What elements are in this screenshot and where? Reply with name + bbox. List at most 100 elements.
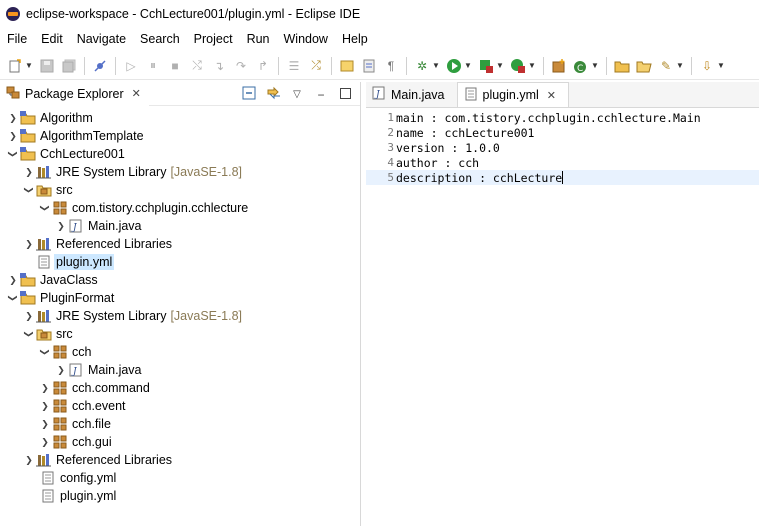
tree-item-main-java[interactable]: ❯ J Main.java xyxy=(0,361,360,379)
chevron-right-icon[interactable]: ❯ xyxy=(22,307,36,325)
chevron-right-icon[interactable]: ❯ xyxy=(38,397,52,415)
chevron-right-icon[interactable]: ❯ xyxy=(6,109,20,127)
tree-item-cchlecture001[interactable]: ❯ CchLecture001 xyxy=(0,145,360,163)
debug-dropdown-icon[interactable]: ▼ xyxy=(432,57,440,75)
open-task-icon[interactable] xyxy=(360,57,378,75)
disconnect-icon[interactable]: ⤭ xyxy=(188,57,206,75)
tree-item-package-cch-file[interactable]: ❯ cch.file xyxy=(0,415,360,433)
close-icon[interactable]: ✕ xyxy=(547,89,556,102)
search-dropdown-icon[interactable]: ▼ xyxy=(676,57,684,75)
save-icon[interactable] xyxy=(38,57,56,75)
search-wand-icon[interactable]: ✎ xyxy=(657,57,675,75)
run-icon[interactable] xyxy=(445,57,463,75)
chevron-down-icon[interactable]: ❯ xyxy=(20,327,38,341)
tree-item-package-cch[interactable]: ❯ cch xyxy=(0,343,360,361)
chevron-right-icon[interactable]: ❯ xyxy=(38,415,52,433)
skip-breakpoints-icon[interactable] xyxy=(91,57,109,75)
chevron-down-icon[interactable]: ❯ xyxy=(36,201,54,215)
code-line[interactable]: 1 main : com.tistory.cchplugin.cchlectur… xyxy=(366,110,759,125)
open-folder-icon[interactable] xyxy=(635,57,653,75)
menu-file[interactable]: File xyxy=(0,32,34,46)
tree-item-plugin-yml[interactable]: plugin.yml xyxy=(0,253,360,271)
menu-run[interactable]: Run xyxy=(240,32,277,46)
chevron-down-icon[interactable]: ❯ xyxy=(36,345,54,359)
code-line[interactable]: 3 version : 1.0.0 xyxy=(366,140,759,155)
minimize-icon[interactable]: − xyxy=(314,88,328,102)
link-with-editor-icon[interactable] xyxy=(266,86,280,103)
tree-item-pluginformat[interactable]: ❯ PluginFormat xyxy=(0,289,360,307)
new-dropdown-icon[interactable]: ▼ xyxy=(25,57,33,75)
menu-project[interactable]: Project xyxy=(187,32,240,46)
terminate-icon[interactable]: ■ xyxy=(166,57,184,75)
menu-help[interactable]: Help xyxy=(335,32,375,46)
new-icon[interactable] xyxy=(6,57,24,75)
collapse-all-icon[interactable] xyxy=(242,86,256,103)
coverage-dropdown-icon[interactable]: ▼ xyxy=(496,57,504,75)
tab-main-java[interactable]: J Main.java xyxy=(366,82,457,107)
toggle-mark-icon[interactable]: ⤮ xyxy=(307,57,325,75)
menu-search[interactable]: Search xyxy=(133,32,187,46)
tree-item-referenced-libraries[interactable]: ❯ Referenced Libraries xyxy=(0,451,360,469)
step-into-icon[interactable]: ↴ xyxy=(210,57,228,75)
format-icon[interactable]: ☰ xyxy=(285,57,303,75)
external-tools-icon[interactable] xyxy=(509,57,527,75)
tree-item-package[interactable]: ❯ com.tistory.cchplugin.cchlecture xyxy=(0,199,360,217)
resume-icon[interactable]: ▷ xyxy=(122,57,140,75)
step-over-icon[interactable]: ↷ xyxy=(232,57,250,75)
tree-item-plugin-yml[interactable]: plugin.yml xyxy=(0,487,360,505)
chevron-right-icon[interactable]: ❯ xyxy=(22,163,36,181)
new-class-dropdown-icon[interactable]: ▼ xyxy=(591,57,599,75)
chevron-right-icon[interactable]: ❯ xyxy=(54,361,68,379)
tree-item-src[interactable]: ❯ src xyxy=(0,325,360,343)
menu-edit[interactable]: Edit xyxy=(34,32,70,46)
tree-item-package-cch-command[interactable]: ❯ cch.command xyxy=(0,379,360,397)
chevron-right-icon[interactable]: ❯ xyxy=(38,433,52,451)
chevron-right-icon[interactable]: ❯ xyxy=(6,127,20,145)
debug-icon[interactable]: ✲ xyxy=(413,57,431,75)
suspend-icon[interactable]: ⏸ xyxy=(144,57,162,75)
tab-package-explorer[interactable]: Package Explorer ✕ xyxy=(0,81,149,106)
new-package-icon[interactable] xyxy=(550,57,568,75)
close-icon[interactable]: ✕ xyxy=(132,87,141,100)
view-menu-icon[interactable]: ▽ xyxy=(290,89,304,100)
tree-item-main-java[interactable]: ❯ J Main.java xyxy=(0,217,360,235)
step-return-icon[interactable]: ↱ xyxy=(254,57,272,75)
tab-plugin-yml[interactable]: plugin.yml ✕ xyxy=(456,82,569,107)
chevron-down-icon[interactable]: ❯ xyxy=(4,147,22,161)
new-class-icon[interactable]: C xyxy=(572,57,590,75)
save-all-icon[interactable] xyxy=(60,57,78,75)
code-line-current[interactable]: 5 description : cchLecture xyxy=(366,170,759,185)
tree-item-algorithmtemplate[interactable]: ❯ AlgorithmTemplate xyxy=(0,127,360,145)
next-annotation-icon[interactable]: ⇩ xyxy=(698,57,716,75)
run-dropdown-icon[interactable]: ▼ xyxy=(464,57,472,75)
code-editor[interactable]: 1 main : com.tistory.cchplugin.cchlectur… xyxy=(366,108,759,185)
tree-item-jre-library[interactable]: ❯ JRE System Library [JavaSE-1.8] xyxy=(0,307,360,325)
open-project-icon[interactable] xyxy=(613,57,631,75)
coverage-icon[interactable] xyxy=(477,57,495,75)
chevron-down-icon[interactable]: ❯ xyxy=(4,291,22,305)
library-icon xyxy=(36,452,52,468)
menu-window[interactable]: Window xyxy=(277,32,335,46)
tree-item-config-yml[interactable]: config.yml xyxy=(0,469,360,487)
tree-item-package-cch-event[interactable]: ❯ cch.event xyxy=(0,397,360,415)
chevron-right-icon[interactable]: ❯ xyxy=(38,379,52,397)
code-line[interactable]: 2 name : cchLecture001 xyxy=(366,125,759,140)
tree-item-src[interactable]: ❯ src xyxy=(0,181,360,199)
next-annotation-dropdown-icon[interactable]: ▼ xyxy=(717,57,725,75)
external-tools-dropdown-icon[interactable]: ▼ xyxy=(528,57,536,75)
tree-item-package-cch-gui[interactable]: ❯ cch.gui xyxy=(0,433,360,451)
show-whitespace-icon[interactable]: ¶ xyxy=(382,57,400,75)
chevron-right-icon[interactable]: ❯ xyxy=(22,235,36,253)
tree-item-referenced-libraries[interactable]: ❯ Referenced Libraries xyxy=(0,235,360,253)
chevron-right-icon[interactable]: ❯ xyxy=(6,271,20,289)
open-type-icon[interactable] xyxy=(338,57,356,75)
chevron-right-icon[interactable]: ❯ xyxy=(54,217,68,235)
maximize-icon[interactable] xyxy=(338,87,352,102)
chevron-down-icon[interactable]: ❯ xyxy=(20,183,38,197)
tree-item-algorithm[interactable]: ❯ Algorithm xyxy=(0,109,360,127)
menu-navigate[interactable]: Navigate xyxy=(70,32,133,46)
code-line[interactable]: 4 author : cch xyxy=(366,155,759,170)
tree-item-jre-library[interactable]: ❯ JRE System Library [JavaSE-1.8] xyxy=(0,163,360,181)
tree-item-javaclass[interactable]: ❯ JavaClass xyxy=(0,271,360,289)
chevron-right-icon[interactable]: ❯ xyxy=(22,451,36,469)
